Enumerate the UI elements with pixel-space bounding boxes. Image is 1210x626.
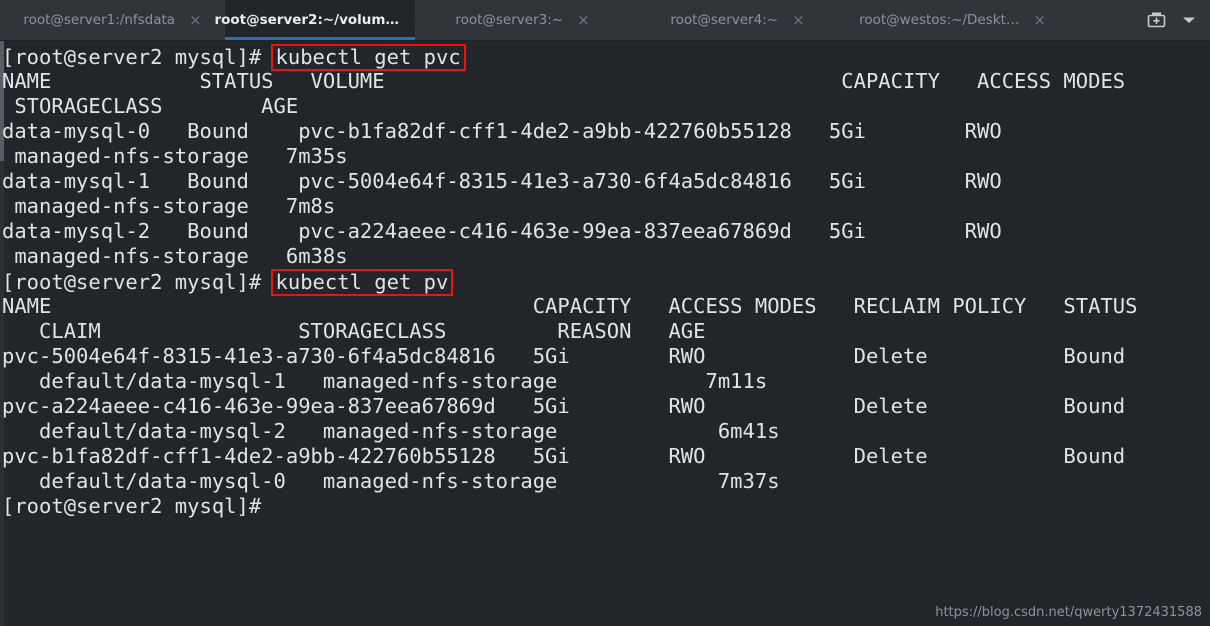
terminal-window: root@server1:/nfsdata × root@server2:~/v… bbox=[0, 0, 1210, 626]
terminal-screen[interactable]: [root@server2 mysql]# kubectl get pvc NA… bbox=[0, 41, 1210, 626]
tab-root-server2[interactable]: root@server2:~/volum… × bbox=[214, 0, 426, 40]
tab-label: root@server4:~ bbox=[670, 12, 779, 28]
command-get-pvc: kubectl get pvc bbox=[270, 44, 466, 71]
close-icon[interactable]: × bbox=[792, 12, 805, 28]
pvc-table-row-cont: managed-nfs-storage 6m38s bbox=[2, 244, 348, 268]
add-tab-icon[interactable] bbox=[1147, 11, 1166, 30]
pvc-table-header-row2: STORAGECLASS AGE bbox=[2, 94, 299, 118]
tab-label: root@server2:~/volum… bbox=[214, 12, 399, 28]
terminal-command-line-get-pvc: [root@server2 mysql]# kubectl get pvc bbox=[2, 44, 1137, 71]
tab-bar-spacer bbox=[1060, 0, 1141, 40]
pvc-table-header-row1: NAME STATUS VOLUME CAPACITY ACCESS MODES bbox=[2, 69, 1126, 93]
pvc-table-row: data-mysql-2 Bound pvc-a224aeee-c416-463… bbox=[2, 219, 1002, 243]
terminal-command-line-get-pv: [root@server2 mysql]# kubectl get pv bbox=[2, 269, 1137, 296]
tab-root-server4[interactable]: root@server4:~ × bbox=[630, 0, 845, 40]
pv-table-header-row1: NAME CAPACITY ACCESS MODES RECLAIM POLIC… bbox=[2, 294, 1138, 318]
terminal-output: [root@server2 mysql]# kubectl get pvc NA… bbox=[0, 41, 1137, 519]
tab-label: root@server1:/nfsdata bbox=[23, 12, 176, 28]
pvc-table-row: data-mysql-1 Bound pvc-5004e64f-8315-41e… bbox=[2, 169, 1002, 193]
tab-label: root@server3:~ bbox=[455, 12, 564, 28]
watermark: https://blog.csdn.net/qwerty1372431588 bbox=[935, 605, 1202, 620]
pv-table-row-cont: default/data-mysql-2 managed-nfs-storage… bbox=[2, 419, 780, 443]
pv-table-row: pvc-5004e64f-8315-41e3-a730-6f4a5dc84816… bbox=[2, 344, 1126, 368]
tab-bar: root@server1:/nfsdata × root@server2:~/v… bbox=[0, 0, 1210, 41]
pv-table-row: pvc-b1fa82df-cff1-4de2-a9bb-422760b55128… bbox=[2, 444, 1126, 468]
tab-label: root@westos:~/Deskt… bbox=[859, 12, 1020, 28]
command-get-pv: kubectl get pv bbox=[270, 269, 454, 296]
close-icon[interactable]: × bbox=[189, 12, 202, 28]
shell-prompt: [root@server2 mysql]# bbox=[2, 270, 262, 294]
close-icon[interactable]: × bbox=[1033, 12, 1046, 28]
pvc-table-row: data-mysql-0 Bound pvc-b1fa82df-cff1-4de… bbox=[2, 119, 1002, 143]
pv-table-row: pvc-a224aeee-c416-463e-99ea-837eea67869d… bbox=[2, 394, 1126, 418]
terminal-prompt-line: [root@server2 mysql]# bbox=[2, 494, 262, 518]
pv-table-row-cont: default/data-mysql-1 managed-nfs-storage… bbox=[2, 369, 768, 393]
active-tab-indicator bbox=[225, 37, 415, 40]
tab-root-server3[interactable]: root@server3:~ × bbox=[415, 0, 630, 40]
shell-prompt: [root@server2 mysql]# bbox=[2, 45, 262, 69]
pvc-table-row-cont: managed-nfs-storage 7m35s bbox=[2, 144, 348, 168]
tab-root-server1[interactable]: root@server1:/nfsdata × bbox=[0, 0, 225, 40]
pv-table-header-row2: CLAIM STORAGECLASS REASON AGE bbox=[2, 319, 706, 343]
tab-bar-tools bbox=[1141, 0, 1210, 40]
tab-root-westos[interactable]: root@westos:~/Deskt… × bbox=[845, 0, 1060, 40]
pvc-table-row-cont: managed-nfs-storage 7m8s bbox=[2, 194, 336, 218]
chevron-down-icon[interactable] bbox=[1182, 15, 1196, 25]
pv-table-row-cont: default/data-mysql-0 managed-nfs-storage… bbox=[2, 469, 780, 493]
close-icon[interactable]: × bbox=[577, 12, 590, 28]
